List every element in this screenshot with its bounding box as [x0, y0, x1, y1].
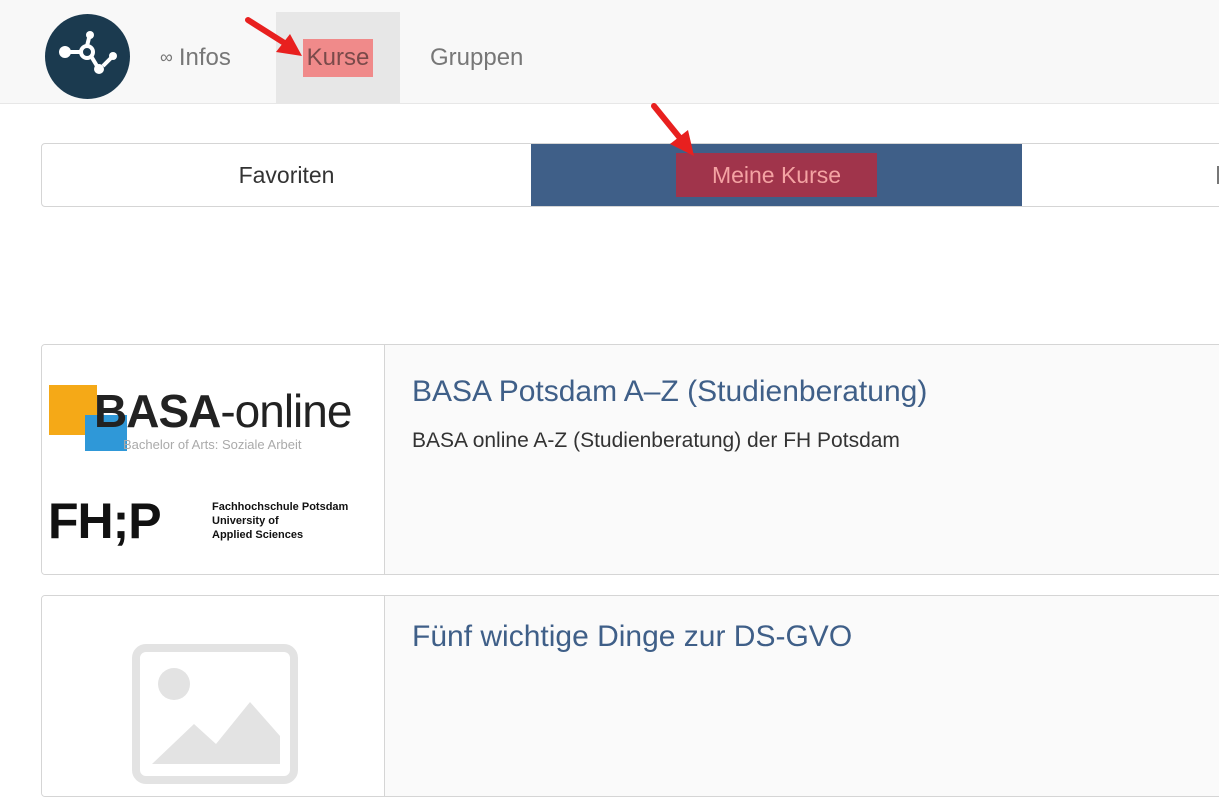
basa-logo-wordmark: BASA-online	[94, 385, 352, 437]
course-card[interactable]: BASA-online Bachelor of Arts: Soziale Ar…	[41, 344, 1219, 575]
course-filter-tabs: Favoriten Meine Kurse	[41, 143, 1219, 207]
fhp-logo-mark: FH;P	[48, 493, 162, 549]
annotation-arrow-icon	[651, 103, 694, 156]
nav-gruppen[interactable]: Gruppen	[430, 12, 523, 103]
infinity-icon: ∞	[160, 47, 173, 67]
course-thumbnail: BASA-online Bachelor of Arts: Soziale Ar…	[42, 345, 385, 574]
app-logo[interactable]	[45, 14, 130, 99]
top-navbar: ∞ Infos Kurse Gruppen	[0, 0, 1219, 104]
annotation-arrow-icon	[245, 17, 302, 56]
course-thumbnail	[42, 596, 385, 796]
tab-meine-kurse[interactable]: Meine Kurse	[531, 144, 1022, 206]
course-card[interactable]: Fünf wichtige Dinge zur DS-GVO	[41, 595, 1219, 797]
nav-infos[interactable]: ∞ Infos	[160, 12, 231, 103]
network-logo-icon	[59, 31, 117, 74]
tab-meine-kurse-label: Meine Kurse	[675, 153, 878, 197]
tab-favoriten[interactable]: Favoriten	[42, 144, 531, 206]
course-description: BASA online A-Z (Studienberatung) der FH…	[412, 429, 900, 452]
tab-next-partial[interactable]	[1022, 144, 1219, 206]
basa-logo-subtitle: Bachelor of Arts: Soziale Arbeit	[123, 437, 302, 452]
fhp-logo-text: Fachhochschule Potsdam University of App…	[212, 501, 349, 541]
nav-kurse-label: Kurse	[302, 38, 374, 77]
nav-gruppen-label: Gruppen	[430, 43, 524, 71]
tab-favoriten-label: Favoriten	[238, 161, 335, 188]
nav-infos-label: Infos	[178, 43, 231, 71]
course-title[interactable]: BASA Potsdam A–Z (Studienberatung)	[412, 375, 927, 409]
course-title[interactable]: Fünf wichtige Dinge zur DS-GVO	[412, 620, 852, 654]
image-placeholder-icon	[132, 644, 298, 784]
